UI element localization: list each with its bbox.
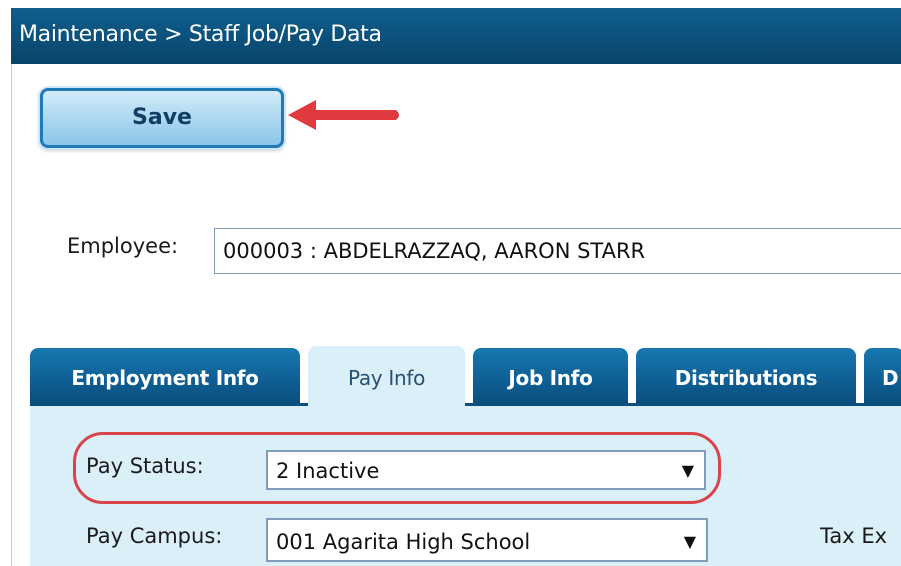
tab-bar: Employment Info Pay Info Job Info Distri… [30, 346, 901, 404]
tab-distributions[interactable]: Distributions [636, 348, 856, 403]
employee-label: Employee: [67, 234, 179, 258]
chevron-down-icon: ▼ [683, 532, 696, 551]
save-button[interactable]: Save [40, 88, 284, 148]
annotation-highlight [73, 432, 721, 504]
tab-employment-info[interactable]: Employment Info [30, 348, 300, 403]
pay-campus-value: 001 Agarita High School [276, 530, 531, 554]
tab-more[interactable]: D [864, 348, 901, 403]
employee-field[interactable]: 000003 : ABDELRAZZAQ, AARON STARR [214, 228, 901, 274]
breadcrumb: Maintenance > Staff Job/Pay Data [19, 22, 382, 47]
tab-job-info[interactable]: Job Info [473, 348, 628, 403]
tab-pay-info[interactable]: Pay Info [308, 346, 465, 404]
pay-campus-label: Pay Campus: [86, 524, 223, 548]
panel-border [30, 403, 901, 406]
tax-exempt-label: Tax Ex [820, 524, 888, 548]
red-arrow-icon [288, 100, 399, 130]
title-bar: Maintenance > Staff Job/Pay Data [11, 8, 901, 64]
pay-campus-select[interactable]: 001 Agarita High School ▼ [266, 518, 708, 562]
